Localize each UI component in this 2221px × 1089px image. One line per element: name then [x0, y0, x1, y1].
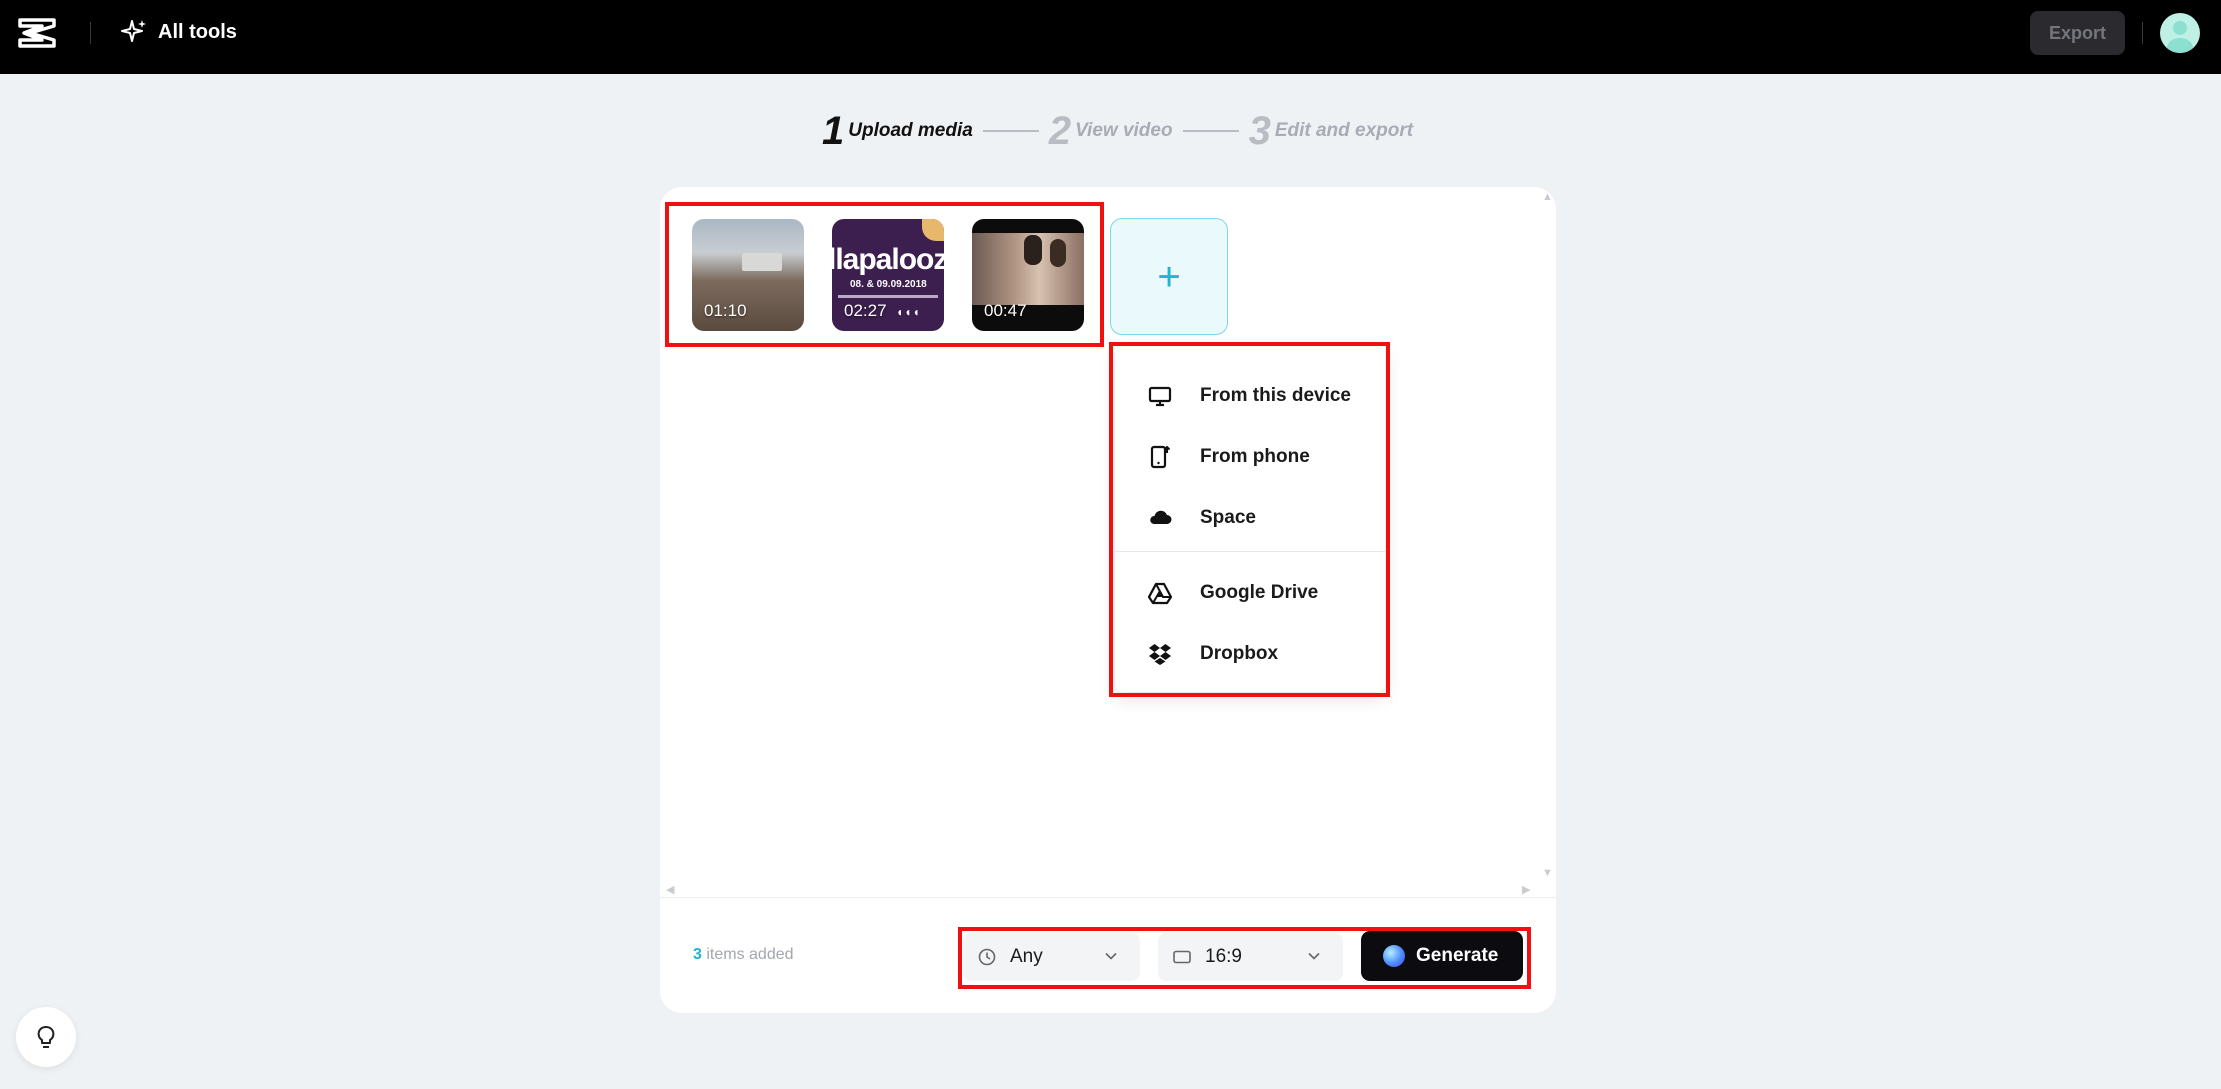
media-duration: 00:47 [984, 301, 1027, 320]
scroll-right-icon[interactable]: ▶ [1522, 883, 1530, 896]
cloud-icon [1147, 505, 1173, 531]
chevron-down-icon [1308, 952, 1320, 960]
step-indicator: 1 Upload media 2 View video 3 Edit and e… [822, 110, 1413, 152]
clock-icon [978, 948, 996, 966]
step-number: 3 [1248, 109, 1271, 153]
menu-item-dropbox[interactable]: Dropbox [1115, 632, 1385, 676]
menu-item-label: Space [1200, 507, 1256, 528]
items-added-text: 3 items added [693, 946, 794, 964]
duration-value: Any [1010, 946, 1043, 967]
menu-divider [1115, 551, 1385, 552]
topbar-divider [90, 22, 91, 44]
add-media-button[interactable]: + [1110, 218, 1228, 335]
menu-item-from-phone[interactable]: From phone [1115, 435, 1385, 479]
menu-item-label: Dropbox [1200, 643, 1279, 664]
step-number: 1 [822, 109, 845, 153]
all-tools-label: All tools [158, 20, 237, 43]
step-label: View video [1075, 120, 1173, 141]
generate-label: Generate [1416, 945, 1499, 966]
items-count: 3 [693, 946, 702, 963]
aspect-ratio-value: 16:9 [1205, 946, 1242, 967]
plus-icon: + [1157, 254, 1181, 299]
upload-source-menu: From this device From phone Space Google… [1115, 345, 1385, 692]
aspect-ratio-icon [1173, 950, 1191, 964]
media-thumbnail[interactable]: llapalooz 08. & 09.09.2018 02:27 ◖◖◖ [832, 219, 944, 331]
card-divider [660, 897, 1556, 898]
step-upload-media: 1 Upload media [822, 111, 973, 151]
menu-item-from-device[interactable]: From this device [1115, 374, 1385, 418]
user-avatar[interactable] [2160, 13, 2200, 53]
menu-item-label: Google Drive [1200, 582, 1319, 603]
ai-orb-icon [1383, 945, 1405, 967]
moon-icon: ◖◖◖ [896, 305, 921, 319]
media-duration: 01:10 [704, 301, 747, 320]
tips-button[interactable] [16, 1007, 76, 1067]
sparkle-icon [121, 20, 146, 42]
phone-upload-icon [1147, 444, 1173, 470]
all-tools-button[interactable]: All tools [120, 16, 237, 48]
google-drive-icon [1147, 580, 1173, 606]
step-connector [1182, 130, 1239, 132]
step-connector [982, 130, 1039, 132]
capcut-logo-icon[interactable] [16, 14, 58, 52]
menu-item-label: From this device [1200, 385, 1351, 406]
step-number: 2 [1048, 109, 1072, 153]
media-thumbnail[interactable]: 00:47 [972, 219, 1084, 331]
chevron-down-icon [1105, 952, 1117, 960]
aspect-ratio-select[interactable]: 16:9 [1158, 933, 1343, 981]
items-added-label: items added [706, 946, 794, 963]
scroll-down-icon[interactable]: ▼ [1542, 867, 1553, 879]
export-button[interactable]: Export [2030, 11, 2125, 55]
step-label: Upload media [848, 120, 973, 141]
media-duration: 02:27 [844, 301, 887, 320]
scroll-up-icon[interactable]: ▲ [1542, 191, 1553, 203]
top-bar: All tools Export [0, 0, 2221, 74]
duration-select[interactable]: Any [963, 933, 1140, 981]
dropbox-icon [1147, 641, 1173, 667]
media-thumbnail[interactable]: 01:10 [692, 219, 804, 331]
menu-item-space[interactable]: Space [1115, 496, 1385, 540]
menu-item-label: From phone [1200, 446, 1310, 467]
scroll-left-icon[interactable]: ◀ [666, 883, 674, 896]
generate-button[interactable]: Generate [1361, 931, 1523, 981]
step-label: Edit and export [1274, 120, 1414, 141]
step-edit-export: 3 Edit and export [1249, 111, 1414, 151]
poster-dates: 08. & 09.09.2018 [850, 279, 927, 290]
poster-title: llapalooz [832, 243, 944, 276]
step-view-video: 2 View video [1049, 111, 1173, 151]
upload-card: 01:10 llapalooz 08. & 09.09.2018 02:27 ◖… [660, 187, 1556, 1013]
topbar-divider [2142, 22, 2143, 44]
monitor-icon [1147, 383, 1173, 409]
menu-item-google-drive[interactable]: Google Drive [1115, 571, 1385, 615]
lightbulb-icon [37, 1026, 55, 1048]
